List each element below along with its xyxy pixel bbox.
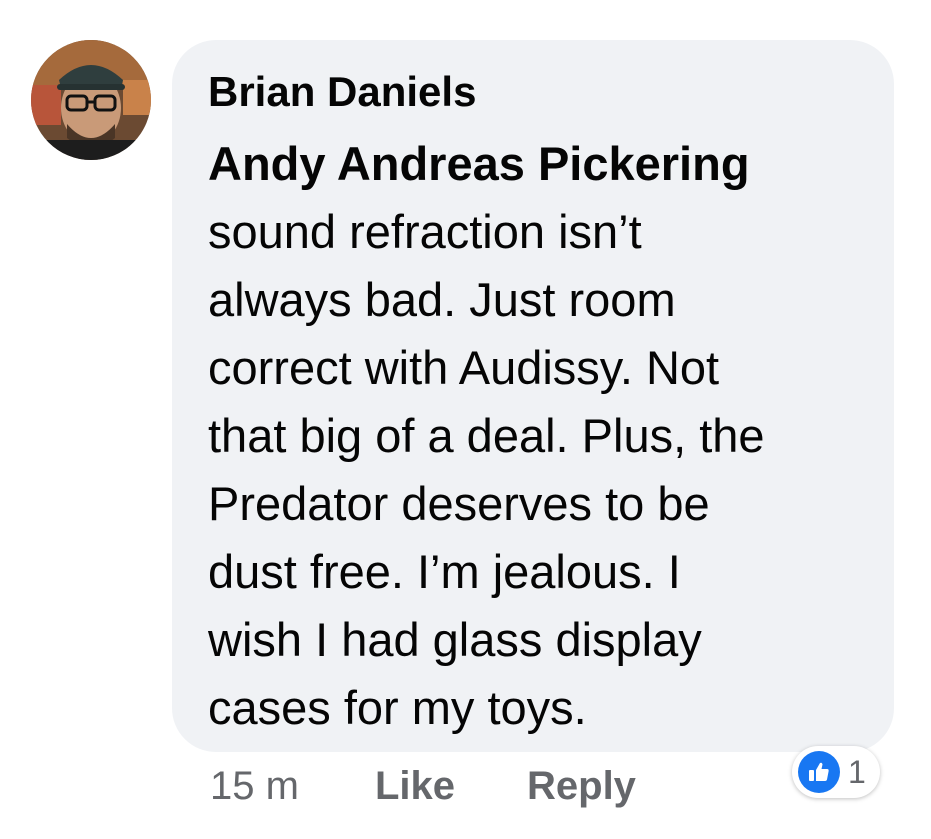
reply-button[interactable]: Reply <box>527 764 636 809</box>
mention-link[interactable]: Andy Andreas Pickering <box>208 130 878 198</box>
reaction-summary[interactable]: 1 <box>792 746 880 798</box>
comment-author[interactable]: Brian Daniels <box>208 68 476 116</box>
reaction-count: 1 <box>848 753 866 790</box>
comment-text: sound refraction isn’t always bad. Just … <box>208 205 765 734</box>
avatar[interactable] <box>31 40 151 160</box>
thumbs-up-icon <box>798 751 840 793</box>
timestamp[interactable]: 15 m <box>210 764 299 809</box>
comment-body: Andy Andreas Pickering sound refraction … <box>208 130 878 742</box>
like-button[interactable]: Like <box>375 764 455 809</box>
